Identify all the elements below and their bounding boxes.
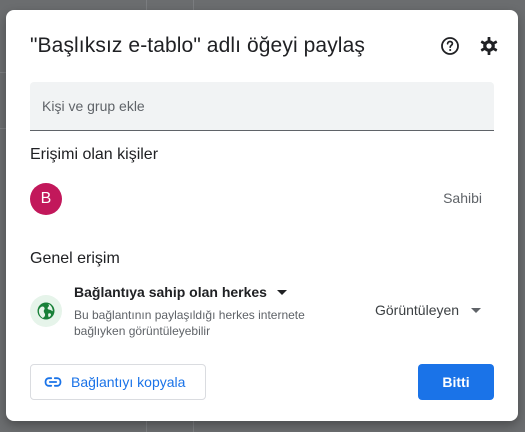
general-role-dropdown[interactable]: Görüntüleyen	[375, 302, 482, 318]
owner-role-label: Sahibi	[443, 190, 482, 206]
general-access-dropdown[interactable]: Bağlantıya sahip olan herkes	[74, 284, 287, 300]
caret-down-icon	[276, 289, 287, 295]
help-icon[interactable]	[439, 35, 461, 57]
add-people-field[interactable]	[30, 82, 494, 131]
add-people-input[interactable]	[30, 82, 494, 130]
general-access-description: Bu bağlantının paylaşıldığı herkes inter…	[74, 308, 305, 338]
general-access-title: Genel erişim	[30, 250, 120, 267]
general-role-selected: Görüntüleyen	[375, 302, 460, 318]
share-dialog: "Başlıksız e-tablo" adlı öğeyi paylaş Er…	[6, 10, 518, 421]
copy-link-label: Bağlantıyı kopyala	[71, 374, 186, 390]
globe-icon	[30, 295, 62, 327]
copy-link-button[interactable]: Bağlantıyı kopyala	[30, 364, 206, 400]
done-button[interactable]: Bitti	[418, 364, 494, 400]
gear-icon[interactable]	[478, 35, 500, 57]
caret-down-icon	[471, 307, 482, 313]
dialog-title: "Başlıksız e-tablo" adlı öğeyi paylaş	[30, 34, 365, 57]
general-access-selected: Bağlantıya sahip olan herkes	[74, 284, 267, 300]
link-icon	[44, 377, 62, 387]
people-with-access-title: Erişimi olan kişiler	[30, 146, 159, 163]
avatar: B	[30, 183, 62, 215]
